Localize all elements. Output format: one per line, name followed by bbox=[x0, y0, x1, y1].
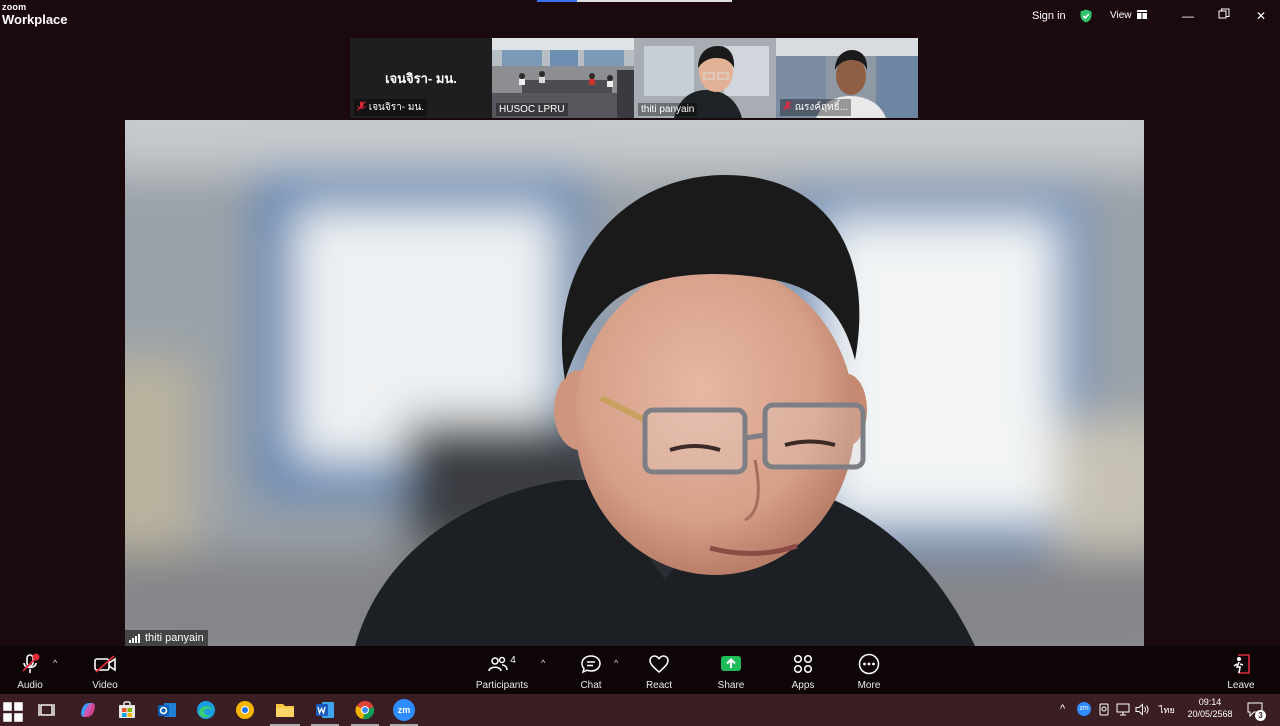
signal-strength-icon bbox=[129, 633, 140, 643]
participant-name-card: เจนจิรา- มน. bbox=[385, 71, 457, 86]
more-label: More bbox=[857, 680, 881, 691]
tray-overflow-chevron-icon[interactable]: ^ bbox=[1060, 703, 1065, 715]
thumbnail-name-tag: thiti panyain bbox=[638, 103, 698, 116]
view-label: View bbox=[1110, 10, 1132, 21]
muted-mic-icon bbox=[22, 653, 40, 673]
clock[interactable]: 09:14 20/05/2568 bbox=[1184, 694, 1236, 726]
react-button[interactable]: React bbox=[629, 652, 689, 691]
apps-label: Apps bbox=[791, 680, 815, 691]
participants-button[interactable]: 4 Participants bbox=[472, 652, 532, 692]
zoom-taskbar-icon[interactable]: zm bbox=[393, 699, 415, 721]
google-chrome-icon[interactable] bbox=[354, 699, 376, 721]
thumbnail-name: thiti panyain bbox=[641, 104, 695, 115]
thumbnail-name-tag: เจนจิรา- มน. bbox=[354, 99, 428, 116]
encryption-shield-icon[interactable] bbox=[1079, 9, 1093, 23]
leave-label: Leave bbox=[1227, 680, 1255, 691]
microsoft-store-icon[interactable] bbox=[116, 699, 138, 721]
muted-mic-icon bbox=[783, 101, 792, 111]
thumbnail-name-tag: ณรงค์ฤทธิ์... bbox=[780, 99, 852, 116]
zoom-window: zoom Workplace Sign in View — ✕ เจนจิรา-… bbox=[0, 0, 1280, 726]
leave-button[interactable]: Leave bbox=[1211, 652, 1271, 691]
chat-button[interactable]: Chat bbox=[561, 652, 621, 691]
meet-now-icon[interactable] bbox=[1098, 703, 1110, 716]
windows-start-icon[interactable] bbox=[2, 701, 24, 723]
participants-icon bbox=[488, 656, 508, 672]
share-screen-icon bbox=[721, 656, 741, 671]
apps-button[interactable]: Apps bbox=[773, 652, 833, 691]
zoom-logo: zoom Workplace bbox=[2, 2, 68, 27]
audio-label: Audio bbox=[17, 680, 43, 691]
title-bar: zoom Workplace Sign in View — ✕ bbox=[0, 0, 1280, 34]
network-icon[interactable] bbox=[1116, 703, 1130, 716]
participant-thumbnails: เจนจิรา- มน. เจนจิรา- มน. HUSOC LPRU thi… bbox=[350, 38, 918, 118]
windows-taskbar: zm ^ zm ไทย 09:14 20/05/2568 3 bbox=[0, 694, 1280, 726]
leave-icon bbox=[1233, 654, 1250, 674]
chat-options-caret-icon[interactable]: ^ bbox=[614, 658, 618, 668]
view-button[interactable]: View bbox=[1110, 10, 1148, 21]
audio-options-caret-icon[interactable]: ^ bbox=[53, 658, 57, 668]
copilot-icon[interactable] bbox=[77, 699, 99, 721]
main-video-name: thiti panyain bbox=[145, 632, 204, 644]
input-language-indicator[interactable]: ไทย bbox=[1159, 703, 1175, 717]
thumbnail-participant-4[interactable]: ณรงค์ฤทธิ์... bbox=[776, 38, 918, 118]
main-speaker-video[interactable]: thiti panyain bbox=[125, 120, 1144, 646]
share-button[interactable]: Share bbox=[701, 652, 761, 691]
sign-in-link[interactable]: Sign in bbox=[1032, 10, 1066, 22]
thumbnail-participant-2[interactable]: HUSOC LPRU bbox=[492, 38, 634, 118]
more-options-icon bbox=[858, 653, 880, 675]
speaker-video-frame bbox=[125, 120, 1144, 646]
volume-icon[interactable] bbox=[1135, 703, 1149, 716]
edge-browser-icon[interactable] bbox=[195, 699, 217, 721]
chrome-canary-icon[interactable] bbox=[234, 699, 256, 721]
clock-time: 09:14 bbox=[1198, 697, 1222, 707]
thumbnail-name: ณรงค์ฤทธิ์... bbox=[794, 102, 849, 113]
participants-options-caret-icon[interactable]: ^ bbox=[541, 658, 545, 668]
top-progress-bar bbox=[537, 0, 732, 2]
task-view-icon[interactable] bbox=[36, 699, 58, 721]
thumbnail-name: HUSOC LPRU bbox=[499, 104, 565, 115]
thumbnail-participant-1[interactable]: เจนจิรา- มน. เจนจิรา- มน. bbox=[350, 38, 492, 118]
more-button[interactable]: More bbox=[839, 652, 899, 691]
minimize-icon[interactable]: — bbox=[1180, 8, 1196, 24]
clock-date: 20/05/2568 bbox=[1187, 709, 1233, 719]
heart-icon bbox=[649, 655, 669, 673]
participants-label: Participants bbox=[475, 680, 529, 691]
thumbnail-name-tag: HUSOC LPRU bbox=[496, 103, 568, 116]
chat-label: Chat bbox=[580, 680, 602, 691]
react-label: React bbox=[645, 680, 673, 691]
file-explorer-icon[interactable] bbox=[274, 699, 296, 721]
logo-zoom-text: zoom bbox=[2, 2, 27, 12]
zoom-tray-icon[interactable]: zm bbox=[1077, 702, 1091, 716]
logo-workplace-text: Workplace bbox=[2, 12, 68, 27]
close-icon[interactable]: ✕ bbox=[1253, 8, 1269, 24]
outlook-icon[interactable] bbox=[156, 699, 178, 721]
grid-view-icon bbox=[1137, 10, 1148, 19]
video-label: Video bbox=[92, 680, 118, 691]
meeting-controls-bar: Audio ^ Video 4 Participants ^ Chat ^ Re… bbox=[0, 646, 1280, 694]
muted-mic-icon bbox=[357, 101, 366, 111]
participants-count: 4 bbox=[510, 654, 516, 666]
thumbnail-name: เจนจิรา- มน. bbox=[368, 102, 425, 113]
apps-icon bbox=[793, 654, 813, 674]
main-video-name-tag: thiti panyain bbox=[125, 630, 208, 646]
audio-button[interactable]: Audio bbox=[0, 652, 60, 691]
notification-count-badge: 3 bbox=[1255, 710, 1266, 721]
restore-icon[interactable] bbox=[1216, 8, 1232, 24]
share-label: Share bbox=[717, 680, 745, 691]
chat-icon bbox=[581, 655, 601, 674]
video-button[interactable]: Video bbox=[75, 652, 135, 691]
thumbnail-participant-3[interactable]: thiti panyain bbox=[634, 38, 776, 118]
video-off-icon bbox=[94, 655, 116, 673]
microsoft-word-icon[interactable] bbox=[314, 699, 336, 721]
